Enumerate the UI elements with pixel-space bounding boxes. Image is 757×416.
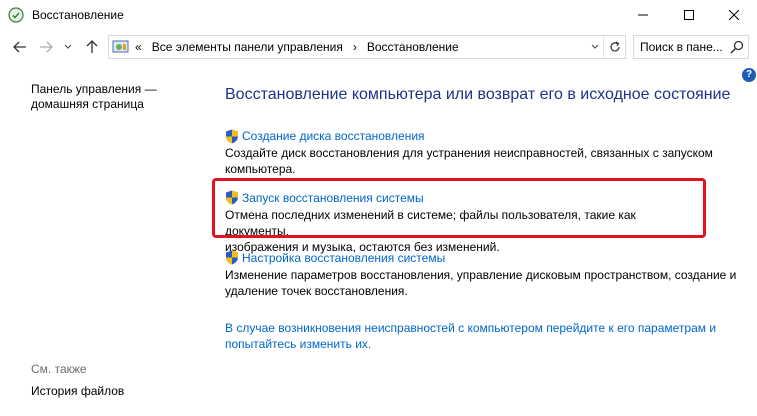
file-history-link[interactable]: История файлов <box>31 384 124 398</box>
search-box[interactable]: Поиск в пане... <box>633 35 749 59</box>
create-recovery-drive-description: Создайте диск восстановления для устране… <box>225 145 745 177</box>
sidebar-control-panel-home-link[interactable]: Панель управления — домашняя страница <box>31 82 171 112</box>
title-bar: Восстановление <box>0 0 757 30</box>
uac-shield-icon <box>225 129 239 144</box>
window-title: Восстановление <box>32 8 124 22</box>
maximize-button[interactable] <box>666 0 712 30</box>
reset-link-line1: В случае возникновения неисправностей с … <box>225 321 717 335</box>
configure-system-restore-description: Изменение параметров восстановления, упр… <box>225 267 745 299</box>
search-icon[interactable] <box>730 40 744 54</box>
description-line: Создайте диск восстановления для устране… <box>225 146 713 160</box>
breadcrumb-separator[interactable]: › <box>353 40 357 54</box>
back-arrow-icon[interactable] <box>10 37 30 57</box>
description-line: удаление точек восстановления. <box>225 284 408 298</box>
configure-system-restore-link[interactable]: Настройка восстановления системы <box>242 251 445 265</box>
control-panel-icon <box>112 39 130 55</box>
sidebar-home-line2: домашняя страница <box>31 97 144 111</box>
minimize-button[interactable] <box>620 0 666 30</box>
close-button[interactable] <box>711 0 757 30</box>
description-line: компьютера. <box>225 162 296 176</box>
breadcrumb-recovery[interactable]: Восстановление <box>367 40 459 54</box>
create-recovery-drive-link[interactable]: Создание диска восстановления <box>242 129 425 143</box>
breadcrumb-overflow[interactable]: « <box>135 40 142 54</box>
recent-dropdown-icon[interactable] <box>58 37 78 57</box>
page-title: Восстановление компьютера или возврат ег… <box>225 86 731 103</box>
navigation-bar: « Все элементы панели управления › Восст… <box>0 30 757 64</box>
reset-link-line2: попытайтесь изменить их. <box>225 337 372 351</box>
help-icon[interactable]: ? <box>742 68 756 82</box>
refresh-icon[interactable] <box>603 36 625 58</box>
uac-shield-icon <box>225 250 239 265</box>
forward-arrow-icon[interactable] <box>36 37 56 57</box>
address-bar[interactable]: « Все элементы панели управления › Восст… <box>108 35 626 59</box>
search-placeholder: Поиск в пане... <box>640 40 723 54</box>
up-arrow-icon[interactable] <box>82 37 102 57</box>
sidebar-home-line1: Панель управления — <box>31 82 157 96</box>
breadcrumb-control-panel[interactable]: Все элементы панели управления <box>152 40 343 54</box>
reset-pc-settings-link[interactable]: В случае возникновения неисправностей с … <box>225 320 745 352</box>
highlight-frame <box>212 178 706 238</box>
recovery-app-icon <box>8 7 24 23</box>
description-line: Изменение параметров восстановления, упр… <box>225 268 737 282</box>
see-also-heading: См. также <box>31 362 87 376</box>
chevron-down-icon[interactable] <box>587 39 603 55</box>
